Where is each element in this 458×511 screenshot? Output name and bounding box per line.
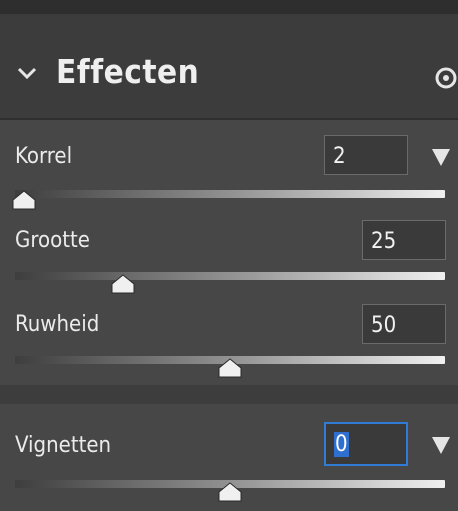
- grain-amount-slider-track[interactable]: [15, 190, 445, 198]
- section-divider: [0, 385, 458, 404]
- grain-roughness-slider-thumb[interactable]: [218, 358, 242, 378]
- grain-dropdown-icon[interactable]: [430, 146, 452, 168]
- vignette-dropdown-icon[interactable]: [430, 434, 452, 456]
- grain-roughness-value: 50: [371, 313, 397, 338]
- vignette-section: Vignetten 0: [0, 404, 458, 511]
- grain-size-value: 25: [371, 229, 397, 254]
- grain-amount-slider-thumb[interactable]: [12, 190, 36, 210]
- grain-section: Korrel 2 Grootte 25 Ruwheid 50: [0, 120, 458, 385]
- grain-size-label: Grootte: [15, 228, 90, 253]
- grain-size-field[interactable]: 25: [362, 220, 446, 260]
- grain-amount-field[interactable]: 2: [324, 135, 408, 175]
- panel-title: Effecten: [56, 52, 200, 91]
- chevron-down-icon[interactable]: [16, 62, 38, 84]
- top-strip: [0, 0, 458, 14]
- eye-icon[interactable]: [434, 66, 458, 90]
- grain-roughness-label: Ruwheid: [15, 312, 100, 337]
- panel-header[interactable]: Effecten: [0, 14, 458, 120]
- effects-panel: Effecten Korrel 2 Grootte 25 Ruwheid 50 …: [0, 0, 458, 511]
- grain-amount-value: 2: [333, 144, 346, 169]
- grain-label: Korrel: [15, 144, 73, 169]
- grain-roughness-field[interactable]: 50: [362, 304, 446, 344]
- vignette-amount-slider-thumb[interactable]: [218, 482, 242, 502]
- grain-size-slider-thumb[interactable]: [111, 274, 135, 294]
- vignette-amount-value: 0: [334, 432, 349, 457]
- vignette-label: Vignetten: [15, 433, 112, 458]
- vignette-amount-field[interactable]: 0: [324, 422, 408, 466]
- grain-size-slider-track[interactable]: [15, 272, 445, 280]
